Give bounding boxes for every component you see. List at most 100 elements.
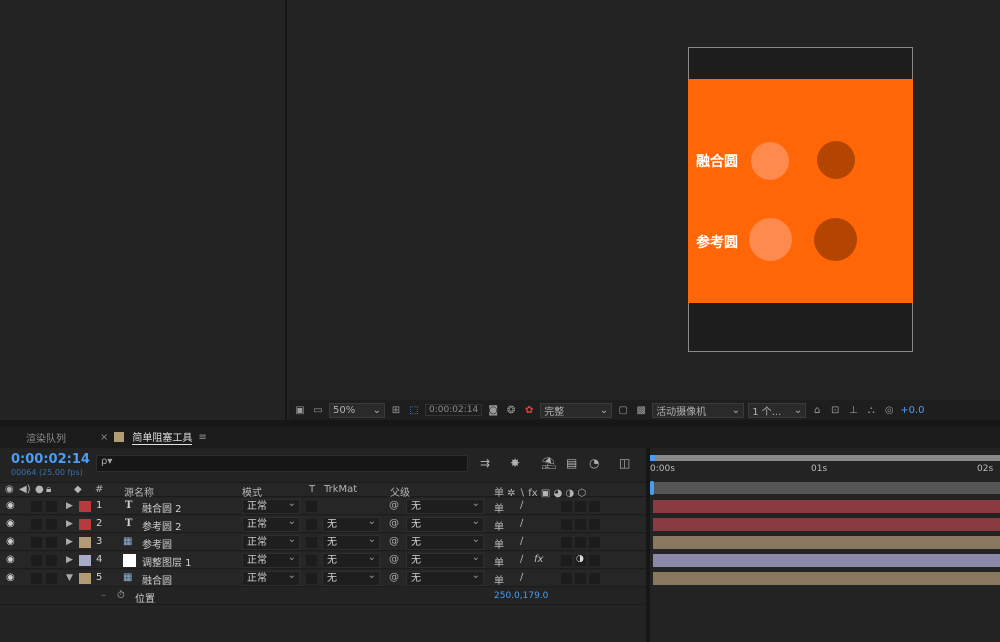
lock-col-icon[interactable]: 🔒︎ (46, 484, 51, 495)
eye-icon[interactable]: ◉ (6, 536, 15, 547)
adjustment-toggle[interactable]: ◑ (575, 554, 586, 566)
solo-toggle[interactable] (31, 519, 42, 530)
lock-toggle[interactable] (46, 501, 57, 512)
stopwatch-icon[interactable]: ⏱ (117, 590, 125, 601)
motion-blur-toggle[interactable] (561, 519, 572, 530)
work-area-bar[interactable] (650, 455, 1000, 461)
layer-name[interactable]: 融合圆 (142, 572, 172, 587)
collapsed-caret-icon[interactable]: ▶ (66, 555, 73, 565)
reset-exposure-icon[interactable]: ⊡ (828, 405, 842, 416)
views-select[interactable]: 1 个... ⌄ (748, 402, 807, 418)
show-snapshot-icon[interactable]: ❂ (504, 405, 518, 416)
solo-toggle[interactable] (31, 537, 42, 548)
label-color-swatch[interactable] (79, 555, 91, 566)
preserve-transparency-toggle[interactable] (306, 501, 317, 512)
lock-toggle[interactable] (46, 537, 57, 548)
pickwhip-icon[interactable]: @ (389, 554, 399, 565)
transparency-grid-icon[interactable]: ▩ (634, 405, 648, 416)
lock-toggle[interactable] (46, 519, 57, 530)
visibility-col-icon[interactable]: ◉ (5, 484, 14, 495)
blend-mode-select[interactable]: 正常 (242, 497, 300, 514)
col-parent[interactable]: 父级 (390, 484, 410, 499)
collapsed-caret-icon[interactable]: ▶ (66, 519, 73, 529)
shy-switch-icon[interactable]: 单 (494, 554, 504, 569)
pickwhip-icon[interactable]: @ (389, 500, 399, 511)
preserve-transparency-toggle[interactable] (306, 519, 317, 530)
solo-toggle[interactable] (31, 555, 42, 566)
resolution-select[interactable]: 完整 ⌄ (540, 402, 613, 418)
parent-select[interactable]: 无 (406, 515, 484, 532)
monitor-icon[interactable]: ▭ (311, 405, 325, 416)
trkmat-select[interactable]: 无 (322, 533, 380, 550)
layer-duration-bar[interactable] (653, 536, 1000, 549)
region-of-interest-icon[interactable]: ▢ (616, 405, 630, 416)
close-icon[interactable]: × (100, 432, 108, 443)
pickwhip-icon[interactable]: @ (389, 518, 399, 529)
trkmat-select[interactable]: 无 (322, 515, 380, 532)
quality-switch-icon[interactable]: ∕ (520, 554, 523, 565)
label-color-swatch[interactable] (79, 537, 91, 548)
shy-layers-icon[interactable]: ⛱ (541, 456, 556, 470)
layer-duration-bar[interactable] (653, 500, 1000, 513)
quality-switch-icon[interactable]: ∕ (520, 500, 523, 511)
tab-menu-icon[interactable]: ≡ (198, 432, 206, 443)
toggle-pixel-icon[interactable]: ⌂ (810, 405, 824, 416)
graph-editor-icon[interactable]: ◫ (619, 456, 630, 470)
lock-toggle[interactable] (46, 555, 57, 566)
quality-switch-icon[interactable]: ∕ (520, 518, 523, 529)
comp-mini-flowchart-icon[interactable]: ⇉ (480, 456, 490, 470)
3d-toggle[interactable] (589, 501, 600, 512)
solo-col-icon[interactable]: ● (35, 484, 44, 495)
eye-icon[interactable]: ◉ (6, 572, 15, 583)
tab-render-queue[interactable]: 渲染队列 (26, 430, 66, 445)
label-color-swatch[interactable] (79, 573, 91, 584)
col-source-name[interactable]: 源名称 (124, 484, 154, 499)
safe-zones-icon[interactable]: ⊞ (389, 405, 403, 416)
motion-blur-toggle[interactable] (561, 501, 572, 512)
motion-blur-icon[interactable]: ◔ (589, 456, 599, 470)
time-ruler[interactable]: 0:00s 01s 02s (650, 455, 1000, 495)
expanded-caret-icon[interactable]: ▼ (66, 573, 73, 583)
preserve-transparency-toggle[interactable] (306, 573, 317, 584)
frame-blending-icon[interactable]: ▤ (566, 456, 577, 470)
motion-blur-toggle[interactable] (561, 537, 572, 548)
tab-comp[interactable]: 简单阻塞工具 (132, 429, 193, 445)
layer-search-input[interactable]: ρ▾ (96, 455, 468, 472)
parent-select[interactable]: 无 (406, 533, 484, 550)
shy-switch-icon[interactable]: 单 (494, 536, 504, 551)
layer-row[interactable]: ◉ ▶ 4 调整图层 1 正常 无 @ 无 单 ∕ fx ◑ (0, 551, 646, 569)
exposure-value[interactable]: +0.0 (900, 405, 924, 416)
shy-switch-icon[interactable]: 单 (494, 572, 504, 587)
exposure-icon[interactable]: ◎ (882, 405, 896, 416)
label-color-swatch[interactable] (79, 501, 91, 512)
adjustment-toggle[interactable] (575, 537, 586, 548)
quality-switch-icon[interactable]: ∕ (520, 572, 523, 583)
layer-row[interactable]: ◉ ▶ 3 ▦ 参考圆 正常 无 @ 无 单 ∕ (0, 533, 646, 551)
mask-visibility-icon[interactable]: ⬚ (407, 405, 421, 416)
pickwhip-icon[interactable]: @ (389, 572, 399, 583)
layer-row[interactable]: ◉ ▼ 5 ▦ 融合圆 正常 无 @ 无 单 ∕ (0, 569, 646, 587)
fx-switch[interactable]: fx (534, 554, 543, 565)
channel-icon[interactable]: ✿ (522, 405, 536, 416)
adjustment-toggle[interactable] (575, 501, 586, 512)
zoom-select[interactable]: 50% ⌄ (329, 402, 385, 418)
layer-name[interactable]: 参考圆 (142, 536, 172, 551)
blend-mode-select[interactable]: 正常 (242, 533, 300, 550)
layer-duration-bar[interactable] (653, 572, 1000, 585)
3d-toggle[interactable] (589, 537, 600, 548)
3d-toggle[interactable] (589, 555, 600, 566)
layer-name[interactable]: 融合圆 2 (142, 500, 182, 515)
collapsed-caret-icon[interactable]: ▶ (66, 501, 73, 511)
adjustment-toggle[interactable] (575, 573, 586, 584)
motion-blur-toggle[interactable] (561, 573, 572, 584)
solo-toggle[interactable] (31, 501, 42, 512)
collapsed-caret-icon[interactable]: ▶ (66, 537, 73, 547)
snapshot-camera-icon[interactable]: ◙ (486, 405, 500, 416)
property-row[interactable]: – ⏱ 位置 250.0,179.0 (0, 588, 646, 605)
blend-mode-select[interactable]: 正常 (242, 569, 300, 586)
pickwhip-icon[interactable]: @ (389, 536, 399, 547)
audio-col-icon[interactable]: ◀) (19, 484, 31, 495)
property-value[interactable]: 250.0,179.0 (494, 591, 548, 601)
trkmat-select[interactable]: 无 (322, 569, 380, 586)
timeline-timecode[interactable]: 0:00:02:14 (11, 452, 90, 467)
